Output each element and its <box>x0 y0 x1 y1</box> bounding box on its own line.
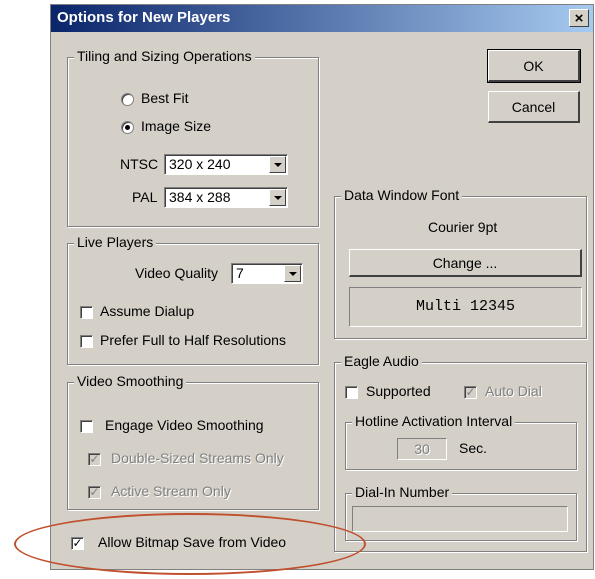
live-players-legend: Live Players <box>74 234 157 250</box>
change-font-label: Change ... <box>432 255 498 271</box>
hotline-interval-value: 30 <box>414 441 430 457</box>
window-title: Options for New Players <box>57 9 231 26</box>
dial-in-legend: Dial-In Number <box>352 484 453 500</box>
supported-label: Supported <box>366 383 431 399</box>
auto-dial-checkbox[interactable]: ✓ <box>464 386 477 399</box>
chevron-down-icon[interactable] <box>269 156 286 173</box>
highlight-oval <box>14 513 366 575</box>
cancel-button[interactable]: Cancel <box>488 91 580 123</box>
best-fit-label: Best Fit <box>141 90 189 106</box>
double-sized-label: Double-Sized Streams Only <box>111 450 284 466</box>
hotline-interval-group: Hotline Activation Interval 30 Sec. <box>345 413 577 470</box>
options-dialog: Options for New Players × OK Cancel Tili… <box>50 4 594 570</box>
font-preview-text: Multi 12345 <box>415 298 516 315</box>
engage-smoothing-label: Engage Video Smoothing <box>105 417 264 433</box>
auto-dial-label: Auto Dial <box>485 383 542 399</box>
eagle-audio-legend: Eagle Audio <box>341 353 422 369</box>
ok-label: OK <box>523 58 544 74</box>
tiling-legend: Tiling and Sizing Operations <box>74 48 255 64</box>
dial-in-input[interactable] <box>352 506 568 532</box>
ntsc-select[interactable]: 320 x 240 <box>164 154 288 175</box>
pal-label: PAL <box>132 189 158 205</box>
active-stream-checkbox[interactable]: ✓ <box>88 486 101 499</box>
check-icon: ✓ <box>89 485 100 499</box>
close-icon: × <box>574 10 584 27</box>
change-font-button[interactable]: Change ... <box>349 249 582 277</box>
cancel-label: Cancel <box>511 99 556 115</box>
active-stream-label: Active Stream Only <box>111 483 231 499</box>
video-quality-value: 7 <box>236 265 244 281</box>
ok-button[interactable]: OK <box>487 49 581 83</box>
tiling-group: Tiling and Sizing Operations Best Fit Im… <box>67 48 319 227</box>
hotline-interval-input[interactable]: 30 <box>397 438 447 460</box>
data-window-font-legend: Data Window Font <box>341 187 463 203</box>
best-fit-radio[interactable] <box>121 93 134 106</box>
assume-dialup-label: Assume Dialup <box>100 303 195 319</box>
ntsc-value: 320 x 240 <box>169 156 231 172</box>
check-icon: ✓ <box>89 452 100 466</box>
video-smoothing-legend: Video Smoothing <box>74 373 187 389</box>
current-font-label: Courier 9pt <box>428 219 498 235</box>
hotline-interval-legend: Hotline Activation Interval <box>352 413 516 429</box>
prefer-full-checkbox[interactable] <box>80 335 93 348</box>
video-smoothing-group: Video Smoothing Engage Video Smoothing ✓… <box>67 373 319 510</box>
video-quality-label: Video Quality <box>135 265 219 281</box>
chevron-down-icon[interactable] <box>269 189 286 206</box>
eagle-audio-group: Eagle Audio Supported ✓ Auto Dial Hotlin… <box>334 353 587 552</box>
ntsc-label: NTSC <box>120 156 159 172</box>
assume-dialup-checkbox[interactable] <box>80 306 93 319</box>
image-size-label: Image Size <box>141 118 212 134</box>
title-bar: Options for New Players × <box>51 5 593 32</box>
engage-smoothing-checkbox[interactable] <box>80 420 93 433</box>
hotline-unit-label: Sec. <box>459 440 488 456</box>
pal-value: 384 x 288 <box>169 189 231 205</box>
close-button[interactable]: × <box>569 9 589 27</box>
supported-checkbox[interactable] <box>345 386 358 399</box>
video-quality-select[interactable]: 7 <box>231 263 303 284</box>
prefer-full-label: Prefer Full to Half Resolutions <box>100 332 286 348</box>
check-icon: ✓ <box>465 385 476 399</box>
live-players-group: Live Players Video Quality 7 Assume Dial… <box>67 234 319 365</box>
double-sized-checkbox[interactable]: ✓ <box>88 453 101 466</box>
image-size-radio[interactable] <box>121 121 134 134</box>
pal-select[interactable]: 384 x 288 <box>164 187 288 208</box>
font-preview: Multi 12345 <box>349 287 582 327</box>
chevron-down-icon[interactable] <box>284 265 301 282</box>
data-window-font-group: Data Window Font Courier 9pt Change ... … <box>334 187 587 339</box>
dial-in-group: Dial-In Number <box>345 484 577 541</box>
